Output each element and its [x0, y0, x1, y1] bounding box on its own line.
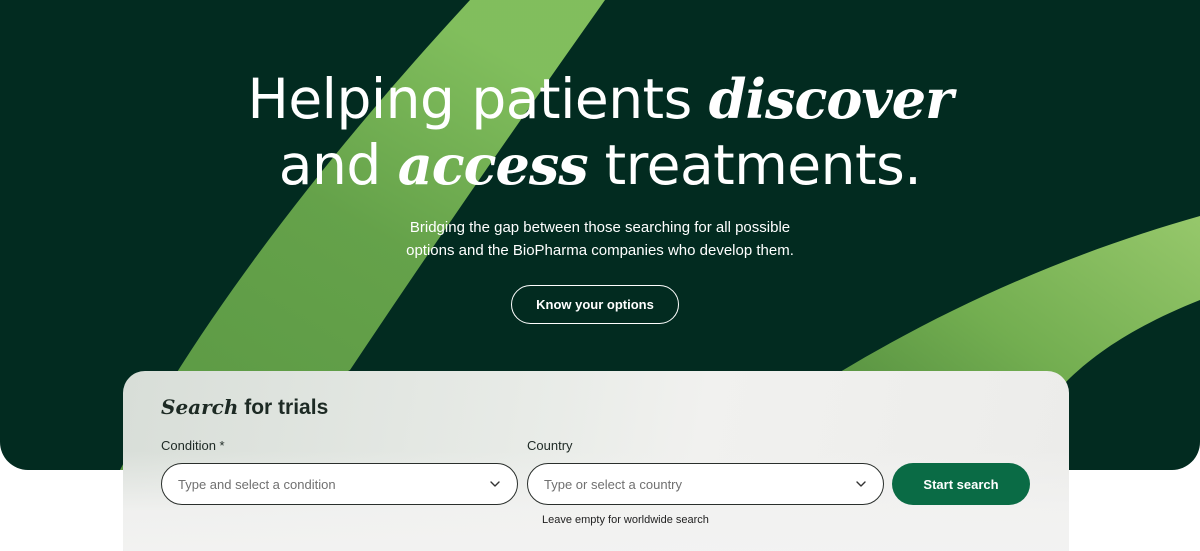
headline-line-2: and access treatments.	[0, 132, 1200, 198]
headline-text: treatments.	[587, 133, 922, 197]
headline-text: Helping patients	[247, 67, 709, 131]
condition-select[interactable]	[161, 463, 518, 505]
hero-headline: Helping patients discover and access tre…	[0, 66, 1200, 198]
condition-input[interactable]	[178, 476, 489, 492]
search-card-title: Search for trials	[161, 395, 328, 420]
country-hint: Leave empty for worldwide search	[542, 514, 709, 526]
headline-emphasis-discover: discover	[708, 67, 954, 131]
title-emphasis: Search	[161, 395, 239, 419]
start-search-button[interactable]: Start search	[892, 463, 1030, 505]
country-input[interactable]	[544, 476, 855, 492]
chevron-down-icon[interactable]	[855, 478, 867, 490]
condition-label: Condition *	[161, 438, 225, 453]
hero-subtext: Bridging the gap between those searching…	[350, 216, 850, 262]
country-select[interactable]	[527, 463, 884, 505]
search-trials-card: Search for trials Condition * Country St…	[123, 371, 1069, 551]
title-text: for trials	[238, 396, 329, 419]
country-label: Country	[527, 438, 573, 453]
headline-line-1: Helping patients discover	[0, 66, 1200, 132]
subtext-line-1: Bridging the gap between those searching…	[409, 219, 791, 236]
subtext-line-2: options and the BioPharma companies who …	[406, 242, 794, 259]
headline-text: and	[278, 133, 398, 197]
chevron-down-icon[interactable]	[489, 478, 501, 490]
headline-emphasis-access: access	[397, 133, 589, 197]
know-your-options-button[interactable]: Know your options	[511, 285, 679, 324]
